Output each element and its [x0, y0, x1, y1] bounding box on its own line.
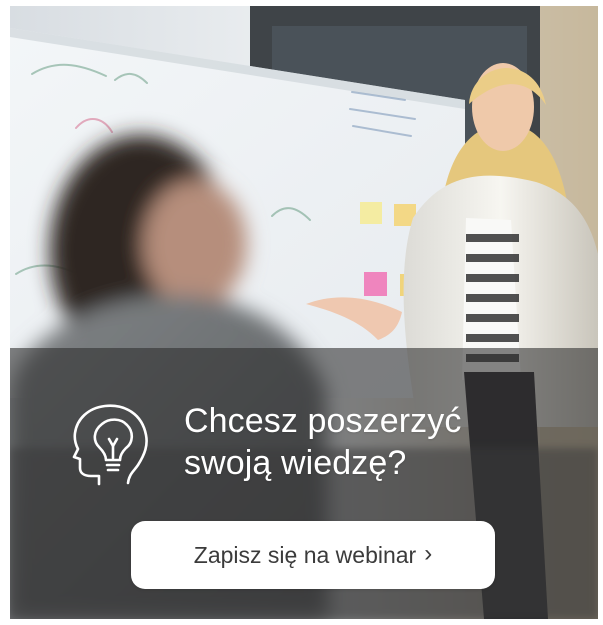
webinar-signup-label: Zapisz się na webinar	[193, 541, 417, 568]
banner-content: Chcesz poszerzyć swoją wiedzę?	[72, 400, 461, 490]
headline-line-2: swoją wiedzę?	[184, 444, 407, 482]
chevron-right-icon: ›	[424, 540, 433, 567]
idea-head-icon	[72, 404, 148, 486]
headline-line-1: Chcesz poszerzyć	[184, 402, 462, 440]
banner-headline: Chcesz poszerzyć swoją wiedzę?	[184, 400, 461, 484]
promo-banner-card[interactable]: Chcesz poszerzyć swoją wiedzę? Zapisz si…	[10, 6, 598, 619]
webinar-signup-button[interactable]: Zapisz się na webinar ›	[131, 521, 495, 589]
